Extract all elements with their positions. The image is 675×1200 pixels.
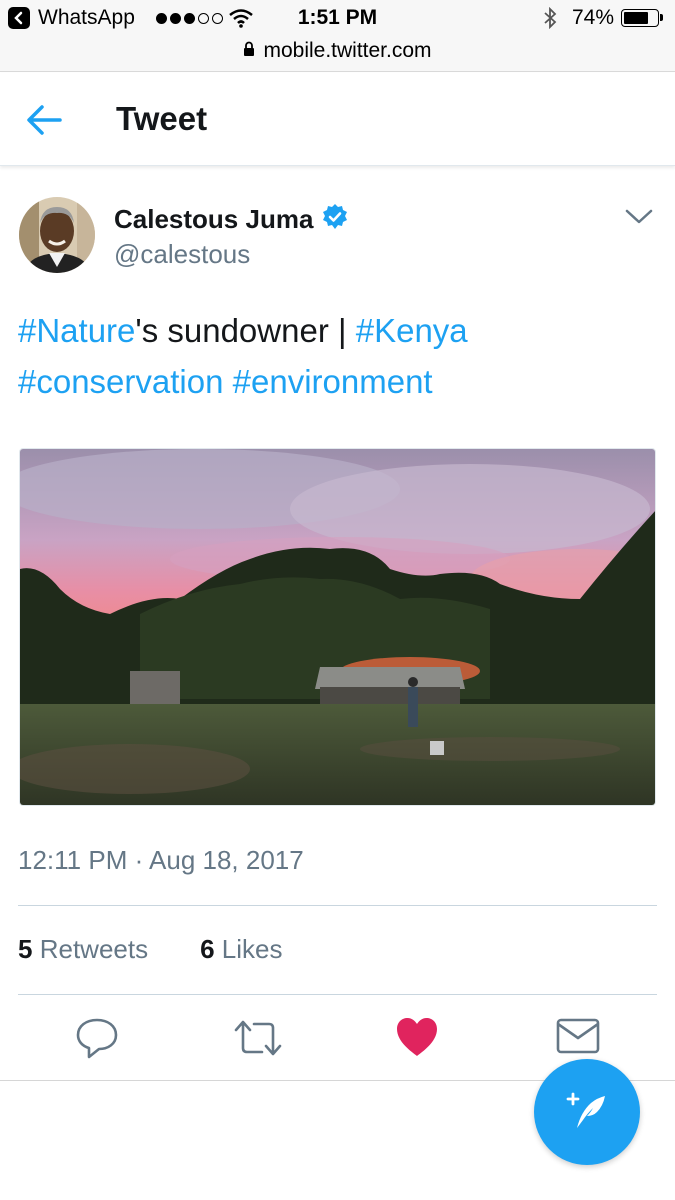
retweets-stat[interactable]: 5 Retweets [18, 934, 148, 965]
tweet-timestamp: 12:11 PM · Aug 18, 2017 [18, 845, 304, 875]
tweet-header: Tweet [0, 73, 675, 166]
tweet-text: #Nature's sundowner | #Kenya #conservati… [18, 305, 658, 407]
divider [18, 905, 657, 906]
back-arrow-icon[interactable] [24, 101, 64, 144]
system-bar: WhatsApp 1:51 PM 74% mobile.twitter.com [0, 0, 675, 72]
author-name-row[interactable]: Calestous Juma [114, 203, 349, 236]
hashtag-conservation[interactable]: #conservation [18, 363, 223, 400]
engagement-stats: 5 Retweets 6 Likes [18, 934, 283, 965]
bluetooth-icon [543, 6, 557, 35]
chevron-down-icon[interactable] [624, 206, 654, 231]
page-title: Tweet [116, 100, 208, 137]
tweet-photo[interactable] [19, 448, 656, 806]
hashtag-environment[interactable]: #environment [233, 363, 433, 400]
author-display-name: Calestous Juma [114, 204, 314, 234]
divider [18, 994, 657, 995]
like-heart-icon[interactable] [394, 1016, 440, 1063]
status-bar: WhatsApp 1:51 PM 74% [0, 0, 675, 36]
hashtag-kenya[interactable]: #Kenya [356, 312, 468, 349]
retweet-icon[interactable] [232, 1016, 284, 1065]
likes-stat[interactable]: 6 Likes [200, 934, 282, 965]
share-mail-icon[interactable] [555, 1016, 601, 1061]
reply-icon[interactable] [74, 1016, 120, 1065]
compose-feather-icon [563, 1086, 611, 1139]
author-handle[interactable]: @calestous [114, 239, 250, 270]
tweet-text-plain: 's sundowner | [135, 312, 356, 349]
like-count: 6 [200, 934, 215, 964]
retweet-label: Retweets [39, 934, 149, 964]
lock-icon [243, 39, 255, 63]
battery-icon [621, 9, 663, 27]
avatar[interactable] [19, 197, 95, 273]
battery-percentage: 74% [572, 6, 615, 29]
url-text: mobile.twitter.com [263, 39, 432, 62]
retweet-count: 5 [18, 934, 33, 964]
compose-tweet-button[interactable] [534, 1059, 640, 1165]
address-bar[interactable]: mobile.twitter.com [0, 36, 675, 66]
like-label: Likes [221, 934, 283, 964]
verified-badge-icon [321, 203, 349, 236]
hashtag-nature[interactable]: #Nature [18, 312, 135, 349]
